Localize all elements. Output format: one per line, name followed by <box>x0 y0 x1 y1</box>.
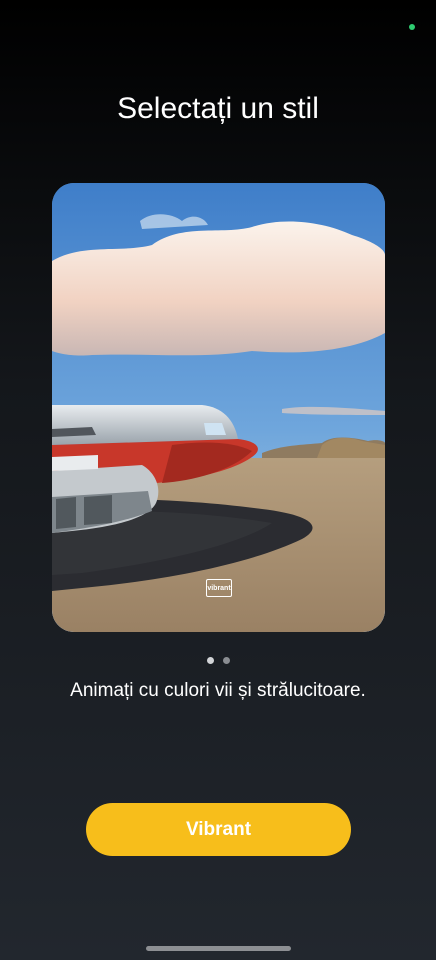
page-indicator-dot <box>222 657 230 664</box>
page-title: Selectați un stil <box>117 92 319 125</box>
page-indicator-dot-active <box>206 657 214 664</box>
style-description: Animați cu culori vii și strălucitoare. <box>70 680 366 701</box>
status-indicator-dot <box>409 24 415 30</box>
vibrant-button[interactable]: Vibrant <box>86 803 351 856</box>
style-preview-image[interactable]: vibrant <box>52 183 385 632</box>
page-indicator <box>0 657 436 664</box>
home-indicator-bar[interactable] <box>146 946 291 951</box>
desert-plane-photo <box>52 183 385 632</box>
vibrant-style-badge-icon: vibrant <box>206 579 232 597</box>
